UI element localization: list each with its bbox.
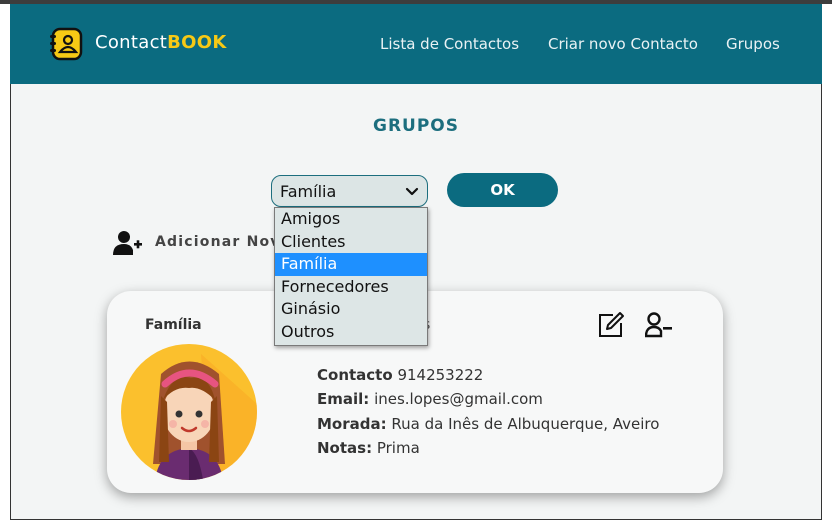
dropdown-option-outros[interactable]: Outros [275, 321, 427, 344]
dropdown-option-ginasio[interactable]: Ginásio [275, 298, 427, 321]
nav-link-grupos[interactable]: Grupos [726, 35, 780, 53]
contact-phone-label: Contacto [317, 366, 393, 384]
navbar: ContactBOOK Lista de Contactos Criar nov… [10, 4, 822, 84]
chevron-down-icon [405, 187, 419, 196]
dropdown-option-familia[interactable]: Família [275, 253, 427, 276]
edit-icon[interactable] [597, 311, 625, 339]
group-select[interactable]: Família [271, 175, 428, 207]
contact-phone-value: 914253222 [397, 366, 484, 384]
contact-book-logo-icon[interactable] [50, 27, 84, 61]
ok-button[interactable]: OK [447, 173, 558, 207]
dropdown-option-amigos[interactable]: Amigos [275, 208, 427, 231]
contact-email-value: ines.lopes@gmail.com [374, 390, 543, 408]
brand-name-part1: Contact [95, 32, 168, 53]
contact-address-value: Rua da Inês de Albuquerque, Aveiro [391, 415, 660, 433]
contact-email-row: Email: ines.lopes@gmail.com [317, 390, 543, 408]
brand-name[interactable]: ContactBOOK [95, 32, 227, 53]
dropdown-option-clientes[interactable]: Clientes [275, 231, 427, 254]
group-select-value: Família [280, 182, 337, 201]
nav-link-criar-contacto[interactable]: Criar novo Contacto [548, 35, 698, 53]
page-title: GRUPOS [372, 116, 459, 136]
contact-notes-label: Notas: [317, 439, 373, 457]
remove-user-icon[interactable] [645, 312, 673, 338]
contact-notes-value: Prima [376, 439, 420, 457]
avatar [121, 344, 257, 480]
brand-name-part2: BOOK [167, 32, 227, 53]
dropdown-option-fornecedores[interactable]: Fornecedores [275, 276, 427, 299]
contact-address-row: Morada: Rua da Inês de Albuquerque, Avei… [317, 415, 659, 433]
add-user-icon [113, 231, 142, 255]
group-select-dropdown: Amigos Clientes Família Fornecedores Gin… [274, 207, 428, 346]
contact-notes-row: Notas: Prima [317, 439, 420, 457]
contact-phone-row: Contacto 914253222 [317, 366, 483, 384]
add-contact-label: Adicionar Nov [155, 234, 281, 250]
nav-link-lista-contactos[interactable]: Lista de Contactos [380, 35, 519, 53]
contact-address-label: Morada: [317, 415, 387, 433]
card-group-name: Família [145, 317, 202, 333]
contact-email-label: Email: [317, 390, 370, 408]
